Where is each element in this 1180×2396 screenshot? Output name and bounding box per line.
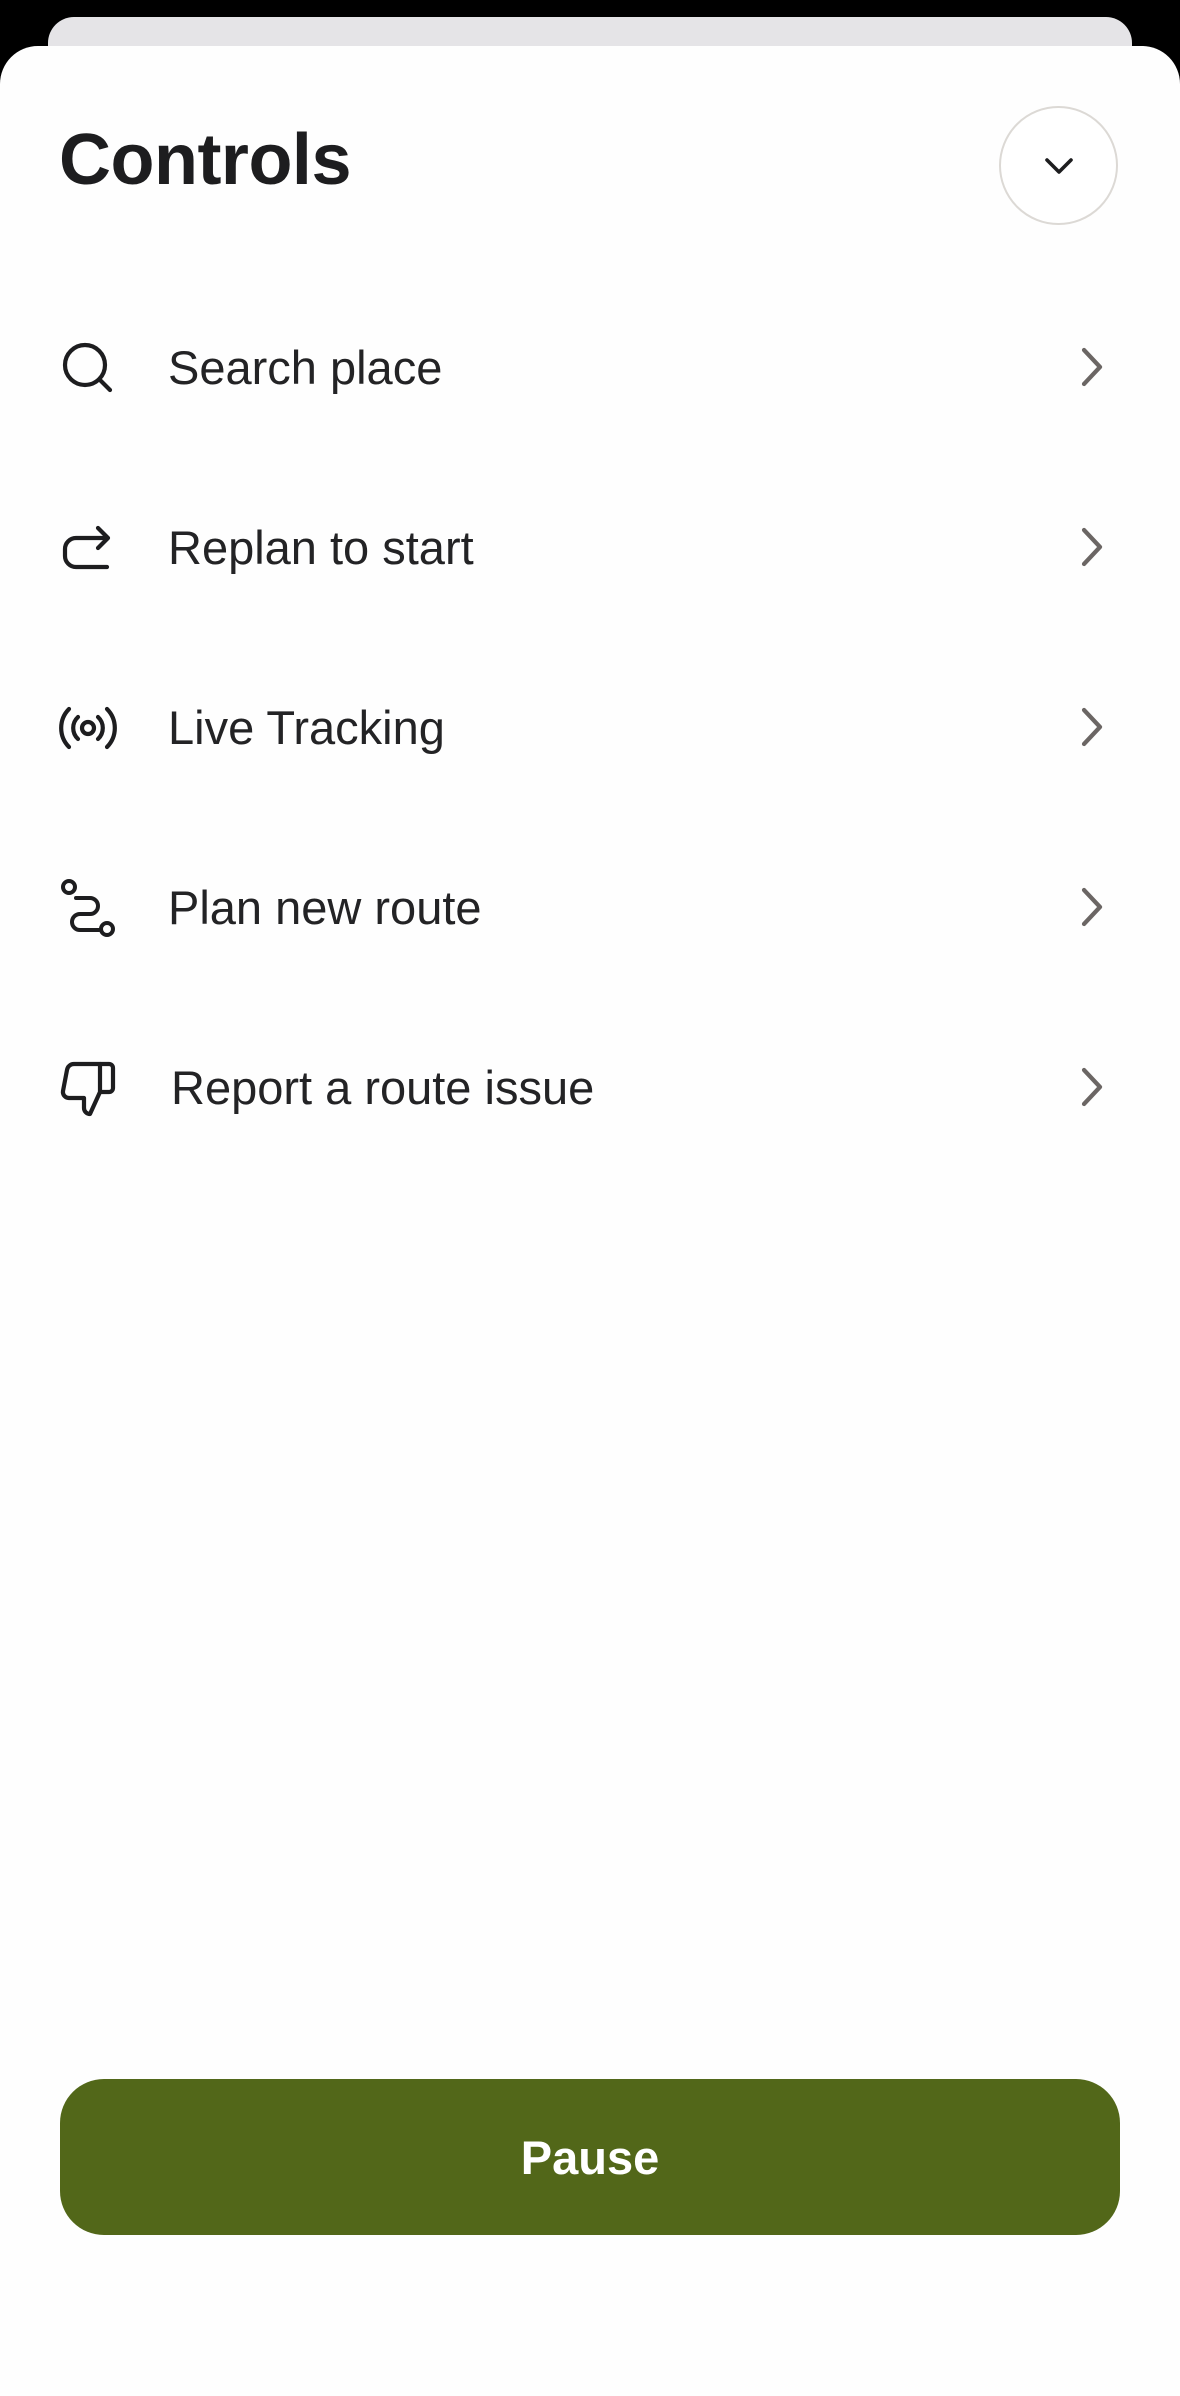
pause-button[interactable]: Pause [60, 2079, 1120, 2235]
menu-item-label: Search place [168, 341, 443, 394]
route-icon [58, 878, 118, 938]
chevron-right-icon [1072, 522, 1112, 572]
thumbs-down-icon [58, 1058, 118, 1118]
replan-icon [58, 518, 118, 578]
controls-menu: Search place Replan to start Live Tracki… [0, 276, 1180, 1176]
menu-item-label: Replan to start [168, 521, 474, 574]
chevron-right-icon [1072, 702, 1112, 752]
chevron-right-icon [1072, 1062, 1112, 1112]
collapse-button[interactable] [999, 106, 1118, 225]
menu-item-live-tracking[interactable]: Live Tracking [0, 636, 1180, 816]
menu-item-report-route-issue[interactable]: Report a route issue [0, 996, 1180, 1176]
search-icon [58, 338, 118, 398]
sheet-title: Controls [59, 120, 351, 200]
chevron-right-icon [1072, 882, 1112, 932]
menu-item-label: Live Tracking [168, 701, 445, 754]
menu-item-label: Report a route issue [171, 1061, 595, 1114]
broadcast-icon [58, 698, 118, 758]
menu-item-replan-to-start[interactable]: Replan to start [0, 456, 1180, 636]
menu-item-label: Plan new route [168, 881, 482, 934]
chevron-down-icon [1044, 157, 1073, 174]
chevron-right-icon [1072, 342, 1112, 392]
menu-item-search-place[interactable]: Search place [0, 276, 1180, 456]
menu-item-plan-new-route[interactable]: Plan new route [0, 816, 1180, 996]
